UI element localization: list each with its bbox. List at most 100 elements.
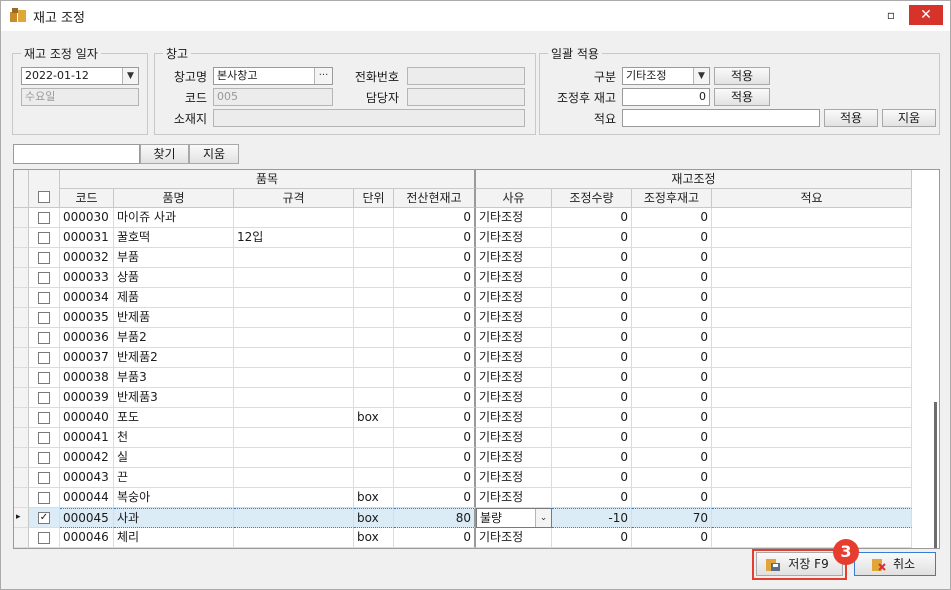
bulk-after-apply-button[interactable]: 적용	[714, 88, 770, 106]
row-checkbox[interactable]	[38, 232, 50, 244]
table-row[interactable]: 000034 제품 0 기타조정 0 0	[14, 288, 912, 308]
cell-note[interactable]	[712, 328, 912, 348]
find-button[interactable]: 찾기	[140, 144, 189, 164]
cell-reason[interactable]: 기타조정	[476, 268, 552, 288]
cell-after[interactable]: 0	[632, 268, 712, 288]
table-row[interactable]: 000035 반제품 0 기타조정 0 0	[14, 308, 912, 328]
row-checkbox[interactable]: ✓	[38, 512, 50, 524]
row-checkbox[interactable]	[38, 432, 50, 444]
reason-select[interactable]: 불량 ⌄	[476, 508, 552, 528]
table-row[interactable]: 000042 실 0 기타조정 0 0	[14, 448, 912, 468]
cell-reason[interactable]: 기타조정	[476, 388, 552, 408]
cell-reason[interactable]: 기타조정	[476, 408, 552, 428]
table-row[interactable]: 000040 포도 box 0 기타조정 0 0	[14, 408, 912, 428]
table-row[interactable]: 000046 체리 box 0 기타조정 0 0	[14, 528, 912, 548]
cell-qty[interactable]: 0	[552, 208, 632, 228]
col-header-note[interactable]: 적요	[712, 189, 912, 208]
cell-note[interactable]	[712, 248, 912, 268]
cell-after[interactable]: 0	[632, 428, 712, 448]
cell-after[interactable]: 0	[632, 348, 712, 368]
cell-qty[interactable]: 0	[552, 328, 632, 348]
table-row[interactable]: 000037 반제품2 0 기타조정 0 0	[14, 348, 912, 368]
warehouse-name-input[interactable]: 본사창고 ···	[213, 67, 333, 85]
col-header-after[interactable]: 조정후재고	[632, 189, 712, 208]
row-checkbox[interactable]	[38, 532, 50, 544]
row-checkbox[interactable]	[38, 412, 50, 424]
cell-reason[interactable]: 기타조정	[476, 528, 552, 548]
search-input[interactable]	[13, 144, 140, 164]
cell-after[interactable]: 0	[632, 368, 712, 388]
cell-note[interactable]	[712, 228, 912, 248]
cell-qty[interactable]: 0	[552, 468, 632, 488]
row-checkbox[interactable]	[38, 312, 50, 324]
bulk-type-select[interactable]: 기타조정 ▼	[622, 67, 710, 85]
cell-reason[interactable]: 기타조정	[476, 468, 552, 488]
cell-after[interactable]: 0	[632, 528, 712, 548]
cell-after[interactable]: 0	[632, 228, 712, 248]
chevron-down-icon[interactable]: ▼	[693, 68, 709, 84]
table-row[interactable]: 000033 상품 0 기타조정 0 0	[14, 268, 912, 288]
search-clear-button[interactable]: 지움	[189, 144, 239, 164]
bulk-type-apply-button[interactable]: 적용	[714, 67, 770, 85]
cell-qty[interactable]: 0	[552, 288, 632, 308]
cell-note[interactable]	[712, 388, 912, 408]
cell-reason[interactable]: 기타조정	[476, 248, 552, 268]
cell-reason[interactable]: 기타조정	[476, 308, 552, 328]
table-row[interactable]: 000039 반제품3 0 기타조정 0 0	[14, 388, 912, 408]
cell-reason[interactable]: 기타조정	[476, 488, 552, 508]
cell-reason[interactable]: 기타조정	[476, 348, 552, 368]
cell-note[interactable]	[712, 208, 912, 228]
cell-qty[interactable]: 0	[552, 388, 632, 408]
cell-note[interactable]	[712, 448, 912, 468]
col-header-stock[interactable]: 전산현재고	[394, 189, 476, 208]
cell-after[interactable]: 0	[632, 208, 712, 228]
table-row[interactable]: 000038 부품3 0 기타조정 0 0	[14, 368, 912, 388]
bulk-note-apply-button[interactable]: 적용	[824, 109, 878, 127]
row-checkbox[interactable]	[38, 452, 50, 464]
cell-qty[interactable]: 0	[552, 228, 632, 248]
scrollbar-thumb[interactable]	[934, 402, 937, 548]
browse-warehouse-button[interactable]: ···	[314, 68, 332, 84]
table-row[interactable]: 000036 부품2 0 기타조정 0 0	[14, 328, 912, 348]
cell-reason[interactable]: 기타조정	[476, 228, 552, 248]
cell-qty[interactable]: 0	[552, 308, 632, 328]
cell-note[interactable]	[712, 288, 912, 308]
cell-note[interactable]	[712, 508, 912, 528]
cell-qty[interactable]: 0	[552, 368, 632, 388]
col-header-unit[interactable]: 단위	[354, 189, 394, 208]
cell-note[interactable]	[712, 528, 912, 548]
minimize-button[interactable]: ▫	[878, 5, 904, 25]
cell-qty[interactable]: 0	[552, 248, 632, 268]
row-checkbox[interactable]	[38, 252, 50, 264]
table-row[interactable]: 000043 끈 0 기타조정 0 0	[14, 468, 912, 488]
cell-after[interactable]: 0	[632, 488, 712, 508]
cell-reason[interactable]: 기타조정	[476, 368, 552, 388]
cell-after[interactable]: 0	[632, 448, 712, 468]
cell-qty[interactable]: 0	[552, 348, 632, 368]
cell-after[interactable]: 70	[632, 508, 712, 528]
cell-note[interactable]	[712, 468, 912, 488]
cell-reason[interactable]: 기타조정	[476, 328, 552, 348]
cell-qty[interactable]: 0	[552, 528, 632, 548]
row-checkbox[interactable]	[38, 292, 50, 304]
cell-after[interactable]: 0	[632, 468, 712, 488]
cell-note[interactable]	[712, 268, 912, 288]
cell-note[interactable]	[712, 308, 912, 328]
cell-after[interactable]: 0	[632, 388, 712, 408]
bulk-note-input[interactable]	[622, 109, 820, 127]
row-checkbox[interactable]	[38, 492, 50, 504]
bulk-after-input[interactable]: 0	[622, 88, 710, 106]
col-header-reason[interactable]: 사유	[476, 189, 552, 208]
col-header-name[interactable]: 품명	[114, 189, 234, 208]
cell-note[interactable]	[712, 428, 912, 448]
cancel-button[interactable]: 취소	[854, 552, 936, 576]
adjust-date-input[interactable]: 2022-01-12 ▼	[21, 67, 139, 85]
cell-note[interactable]	[712, 348, 912, 368]
cell-after[interactable]: 0	[632, 308, 712, 328]
table-row[interactable]: 000041 천 0 기타조정 0 0	[14, 428, 912, 448]
row-checkbox[interactable]	[38, 332, 50, 344]
bulk-note-clear-button[interactable]: 지움	[882, 109, 936, 127]
cell-reason[interactable]: 기타조정	[476, 288, 552, 308]
cell-note[interactable]	[712, 368, 912, 388]
select-all-checkbox[interactable]	[38, 191, 50, 203]
